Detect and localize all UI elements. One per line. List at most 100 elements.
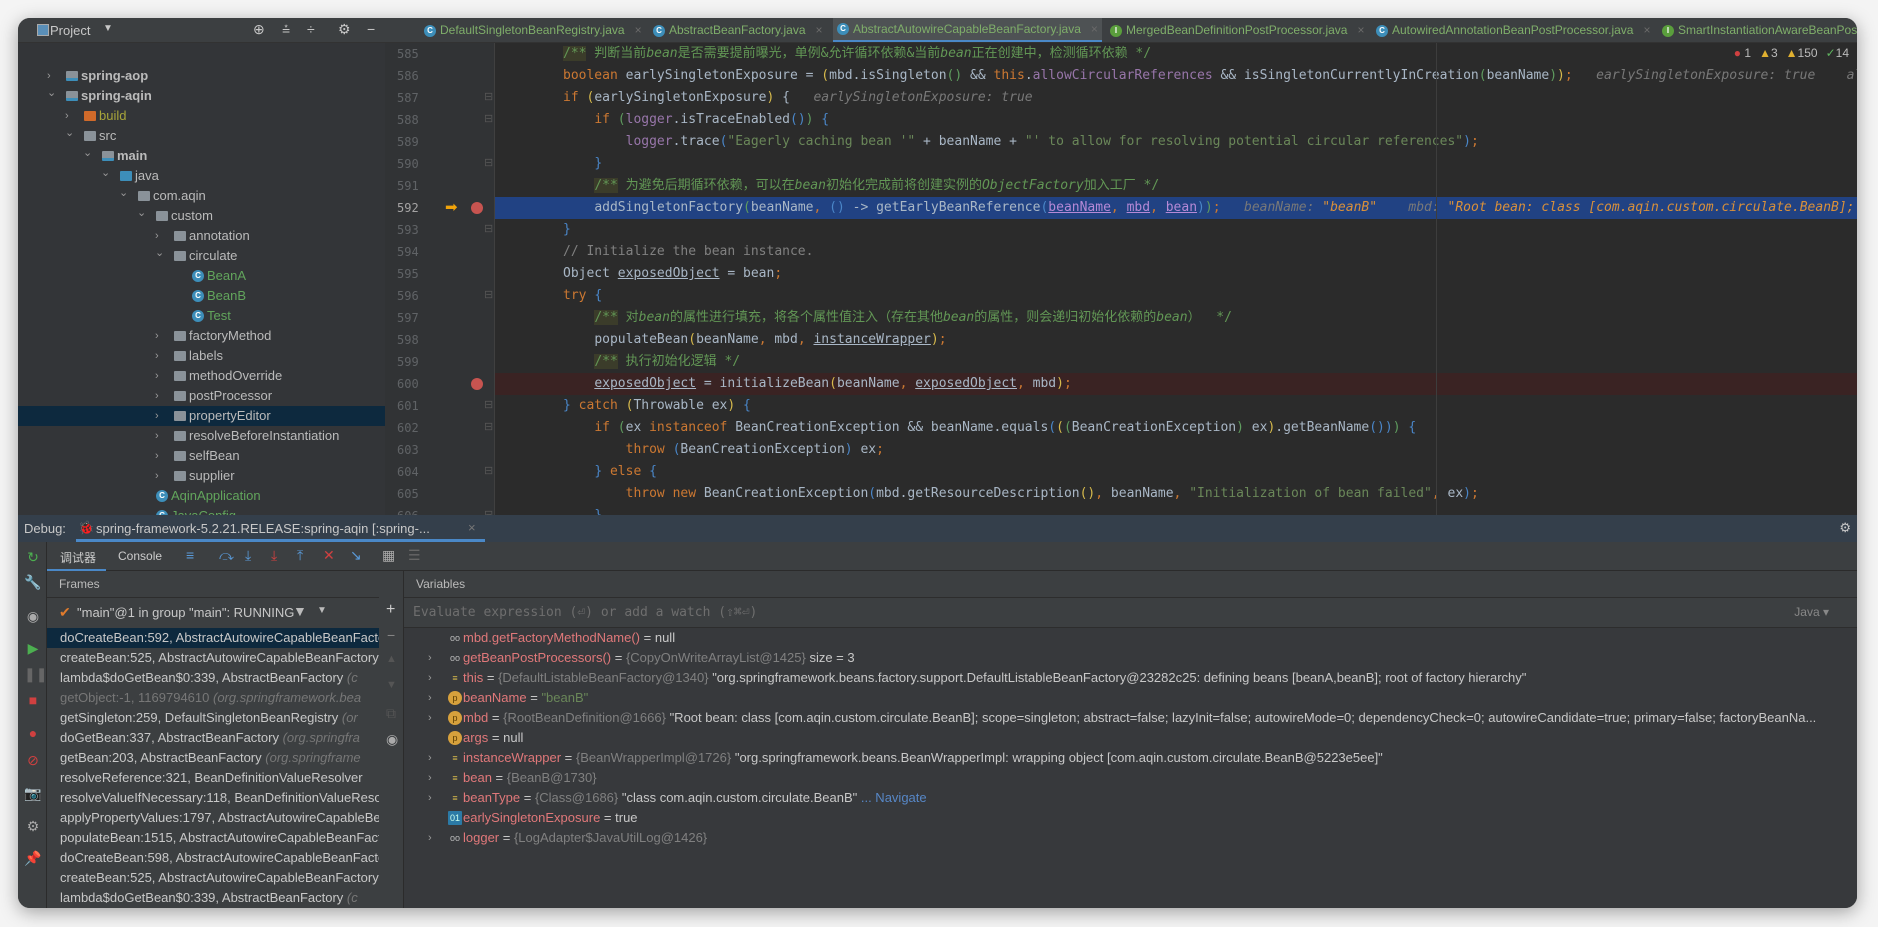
variable-row[interactable]: › oo logger = {LogAdapter$JavaUtilLog@1426…	[404, 828, 1857, 848]
chevron-right-icon[interactable]: ›	[155, 466, 159, 486]
variable-row[interactable]: p args = null	[404, 728, 1857, 748]
frame-item[interactable]: resolveReference:321, BeanDefinitionValu…	[47, 768, 379, 788]
variable-row[interactable]: › p mbd = {RootBeanDefinition@1666} "Root …	[404, 708, 1857, 728]
tree-item-circulate[interactable]: ⌄ circulate	[18, 246, 385, 266]
resume-icon[interactable]: ▶	[24, 640, 42, 657]
variable-row[interactable]: › ≡ instanceWrapper = {BeanWrapperImpl@172…	[404, 748, 1857, 768]
navigate-link[interactable]: ... Navigate	[857, 790, 927, 805]
stop-icon[interactable]: ■	[24, 692, 42, 708]
gear-icon[interactable]: ⚙	[1839, 520, 1851, 536]
chevron-down-icon[interactable]: ⌄	[155, 243, 164, 263]
variable-row[interactable]: 01 earlySingletonExposure = true	[404, 808, 1857, 828]
tab-abstractautowirecapablebeanfactory-java[interactable]: C AbstractAutowireCapableBeanFactory.java…	[833, 18, 1102, 42]
show-execution-point-icon[interactable]: ≡	[186, 547, 194, 563]
move-down-icon[interactable]: ▼	[386, 679, 397, 691]
eye-icon[interactable]: ◉	[24, 608, 42, 625]
chevron-down-icon[interactable]: ▼	[317, 605, 327, 616]
chevron-down-icon[interactable]: ⌄	[137, 203, 146, 223]
tree-item-annotation[interactable]: › annotation	[18, 226, 385, 246]
tree-item-custom[interactable]: ⌄ custom	[18, 206, 385, 226]
step-over-icon[interactable]: ⤼	[219, 547, 234, 564]
frame-item[interactable]: applyPropertyValues:1797, AbstractAutowi…	[47, 808, 379, 828]
locate-icon[interactable]: ⊕	[253, 21, 265, 38]
fold-marker-icon[interactable]: ⊟	[484, 112, 493, 125]
fold-marker-icon[interactable]: ⊟	[484, 90, 493, 103]
chevron-down-icon[interactable]: ⌄	[119, 183, 128, 203]
close-tab-icon[interactable]: ×	[1643, 18, 1650, 42]
settings-icon[interactable]: ⚙	[24, 818, 42, 835]
chevron-right-icon[interactable]: ›	[155, 366, 159, 386]
tree-item-propertyeditor[interactable]: › propertyEditor	[18, 406, 385, 426]
collapse-all-icon[interactable]: ÷	[307, 21, 315, 37]
mute-breakpoints-icon[interactable]: ⊘	[24, 752, 42, 769]
frame-item[interactable]: populateBean:1515, AbstractAutowireCapab…	[47, 828, 379, 848]
frame-item[interactable]: lambda$doGetBean$0:339, AbstractBeanFact…	[47, 888, 379, 908]
code-editor[interactable]: /** 判断当前bean是否需要提前曝光，单例&允许循环依赖&当前bean正在创…	[495, 43, 1857, 515]
chevron-right-icon[interactable]: ›	[428, 828, 432, 848]
watch-settings-icon[interactable]: ◉	[386, 731, 398, 748]
variable-row[interactable]: › ≡ beanType = {Class@1686} "class com.aqi…	[404, 788, 1857, 808]
filter-icon[interactable]: ▼	[293, 603, 307, 619]
chevron-right-icon[interactable]: ›	[155, 386, 159, 406]
move-up-icon[interactable]: ▲	[386, 653, 397, 665]
tab-abstractbeanfactory-java[interactable]: C AbstractBeanFactory.java ×	[649, 18, 827, 42]
frame-item[interactable]: getSingleton:259, DefaultSingletonBeanRe…	[47, 708, 379, 728]
tab-debugger[interactable]: 调试器	[47, 542, 106, 571]
frame-item[interactable]: lambda$doGetBean$0:339, AbstractBeanFact…	[47, 668, 379, 688]
chevron-right-icon[interactable]: ›	[155, 426, 159, 446]
chevron-down-icon[interactable]: ⌄	[83, 143, 92, 163]
frame-item[interactable]: doCreateBean:598, AbstractAutowireCapabl…	[47, 848, 379, 868]
frame-item[interactable]: createBean:525, AbstractAutowireCapableB…	[47, 868, 379, 888]
chevron-right-icon[interactable]: ›	[155, 346, 159, 366]
frame-item[interactable]: doCreateBean:592, AbstractAutowireCapabl…	[47, 628, 379, 648]
fold-marker-icon[interactable]: ⊟	[484, 222, 493, 235]
fold-marker-icon[interactable]: ⊟	[484, 464, 493, 477]
add-watch-icon[interactable]: +	[386, 601, 395, 619]
fold-marker-icon[interactable]: ⊟	[484, 156, 493, 169]
chevron-down-icon[interactable]: ⌄	[101, 163, 110, 183]
tree-item-main[interactable]: ⌄ main	[18, 146, 385, 166]
chevron-right-icon[interactable]: ›	[428, 768, 432, 788]
tree-item-test[interactable]: C Test	[18, 306, 385, 326]
close-tab-icon[interactable]: ×	[1357, 18, 1364, 42]
run-to-cursor-icon[interactable]: ↘	[350, 547, 362, 564]
tree-item-labels[interactable]: › labels	[18, 346, 385, 366]
view-breakpoints-icon[interactable]: ●	[24, 725, 42, 741]
pause-icon[interactable]: ❚❚	[24, 666, 47, 683]
frame-item[interactable]: getBean:203, AbstractBeanFactory (org.sp…	[47, 748, 379, 768]
fold-marker-icon[interactable]: ⊟	[484, 420, 493, 433]
variable-row[interactable]: › ≡ bean = {BeanB@1730}	[404, 768, 1857, 788]
close-tab-icon[interactable]: ×	[1091, 18, 1098, 42]
frame-item[interactable]: createBean:525, AbstractAutowireCapableB…	[47, 648, 379, 668]
drop-frame-icon[interactable]: ✕	[323, 547, 335, 564]
tab-autowiredannotationbeanpostprocessor-java[interactable]: C AutowiredAnnotationBeanPostProcessor.ja…	[1372, 18, 1655, 42]
tree-item-java[interactable]: ⌄ java	[18, 166, 385, 186]
wrench-icon[interactable]: 🔧	[24, 574, 42, 591]
project-view-selector[interactable]: Project	[50, 23, 90, 38]
duplicate-icon[interactable]: ⧉	[386, 705, 396, 722]
thread-selector[interactable]: ✔ "main"@1 in group "main": RUNNING ▼ ▼	[47, 598, 379, 628]
inspection-widget[interactable]: ● 1 ▲3 ▲150 ✓14	[1734, 46, 1849, 60]
frame-item[interactable]: resolveValueIfNecessary:118, BeanDefinit…	[47, 788, 379, 808]
variable-row[interactable]: › ≡ this = {DefaultListableBeanFactory@134…	[404, 668, 1857, 688]
chevron-right-icon[interactable]: ›	[428, 788, 432, 808]
chevron-right-icon[interactable]: ›	[155, 326, 159, 346]
evaluate-expression-icon[interactable]: ▦	[382, 547, 395, 564]
tree-item-beanb[interactable]: C BeanB	[18, 286, 385, 306]
debug-session-tab[interactable]: 🐞 spring-framework-5.2.21.RELEASE:spring…	[76, 515, 485, 542]
tab-console[interactable]: Console	[118, 549, 162, 563]
tree-item-supplier[interactable]: › supplier	[18, 466, 385, 486]
chevron-right-icon[interactable]: ›	[428, 688, 432, 708]
breakpoint-icon[interactable]	[471, 378, 483, 390]
variable-row[interactable]: oo mbd.getFactoryMethodName() = null	[404, 628, 1857, 648]
close-icon[interactable]: ×	[468, 520, 476, 535]
tree-item-factorymethod[interactable]: › factoryMethod	[18, 326, 385, 346]
breakpoint-icon[interactable]	[471, 202, 483, 214]
pin-icon[interactable]: 📌	[24, 850, 42, 867]
remove-watch-icon[interactable]: −	[387, 627, 395, 643]
tree-item-beana[interactable]: C BeanA	[18, 266, 385, 286]
close-tab-icon[interactable]: ×	[816, 18, 823, 42]
chevron-down-icon[interactable]: ▼	[103, 23, 113, 34]
tree-item-javaconfig[interactable]: CJavaConfig	[18, 506, 385, 515]
tab-mergedbeandefinitionpostprocessor-java[interactable]: I MergedBeanDefinitionPostProcessor.java ×	[1106, 18, 1368, 42]
